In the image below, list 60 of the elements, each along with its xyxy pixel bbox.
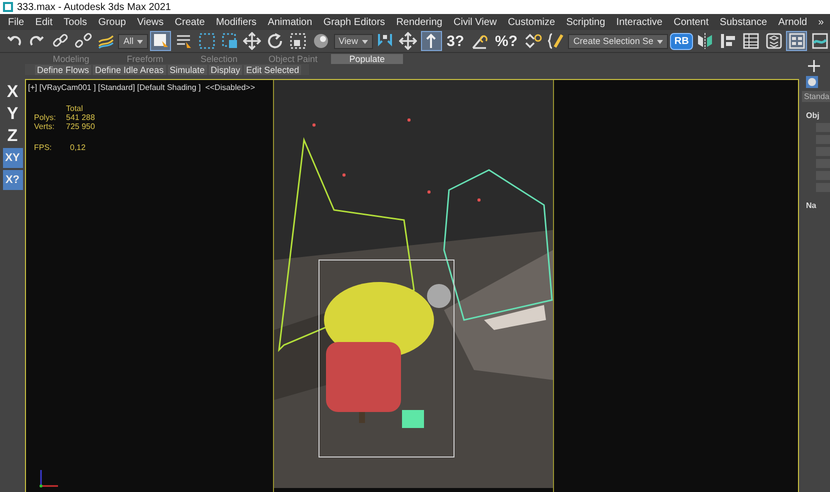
move-icon[interactable] (242, 31, 263, 51)
snap-toggle[interactable]: %? (492, 32, 521, 50)
menu-item[interactable]: Substance (720, 16, 768, 28)
menu-item[interactable]: Scripting (566, 16, 606, 28)
ribbon-button[interactable]: Define Idle Areas (93, 65, 166, 75)
menu-item[interactable]: Views (137, 16, 164, 28)
dropdown[interactable]: View (334, 34, 373, 48)
viewport-label[interactable]: [+] [VRayCam001 ] [Standard] [Default Shading ] <<Disabled>> (28, 83, 273, 92)
stat-label: Polys: (34, 113, 57, 122)
stat-value: 725 950 (66, 122, 96, 131)
ribbon-tab[interactable]: Populate (331, 54, 403, 64)
menu-item[interactable]: Graph Editors (323, 16, 386, 28)
ribbon-button[interactable]: Edit Selected (244, 65, 302, 75)
snap-toggle[interactable]: 3? (444, 32, 468, 50)
scale-icon[interactable] (288, 31, 309, 51)
dropdown[interactable]: Create Selection Se (568, 34, 668, 48)
menu-item[interactable]: » (818, 16, 824, 28)
viewport[interactable]: [+] [VRayCam001 ] [Standard] [Default Shading ] <<Disabled>> Total Polys: 541 288 Verts: 725 950 FPS: 0,12 (25, 79, 799, 492)
axis-button[interactable]: XY (2, 148, 22, 168)
menu-item[interactable]: Edit (35, 16, 53, 28)
axis-tripod-icon (38, 467, 60, 489)
brace-icon[interactable] (545, 31, 566, 51)
stat-label: Verts: (34, 122, 56, 131)
menu-item[interactable]: Create (174, 16, 205, 28)
rollout-title[interactable]: Obj (802, 111, 830, 120)
arrow-up-icon[interactable] (420, 31, 442, 51)
fps-value: 0,12 (69, 143, 87, 152)
badge-button[interactable]: RB (670, 32, 693, 50)
ribbon-button[interactable]: Display (208, 65, 242, 75)
ribbon-button[interactable]: Simulate (168, 65, 207, 75)
move-icon[interactable] (398, 31, 419, 51)
stats-heading: Total (66, 104, 84, 113)
menu-item[interactable]: File (8, 16, 24, 28)
menu-item[interactable]: Animation (268, 16, 312, 28)
menu-item[interactable]: Civil View (454, 16, 497, 28)
rollout-title[interactable]: Na (802, 201, 830, 210)
axis-button[interactable]: X (2, 82, 22, 102)
menu-item[interactable]: Rendering (396, 16, 442, 28)
window-title: 333.max - Autodesk 3ds Max 2021 (17, 2, 171, 12)
menu-item[interactable]: Arnold (778, 16, 808, 28)
spinner-icon[interactable] (522, 31, 544, 51)
stat-value: 541 288 (66, 113, 96, 122)
menu-item[interactable]: Group (98, 16, 126, 28)
dashed-rectangle-icon[interactable] (196, 31, 218, 51)
menu-item[interactable]: Modifiers (216, 16, 257, 28)
dropdown[interactable]: Standa (802, 91, 830, 102)
axis-button[interactable]: X? (2, 170, 22, 190)
axis-button[interactable]: Z (2, 126, 22, 146)
ribbon-button[interactable]: Define Flows (35, 65, 92, 75)
menu-item[interactable]: Interactive (616, 16, 662, 28)
menu-item[interactable]: Customize (508, 16, 556, 28)
dropdown[interactable]: All (118, 34, 148, 48)
fps-label: FPS: (34, 143, 53, 152)
menu-item[interactable]: Tools (64, 16, 88, 28)
select-icon[interactable] (150, 31, 172, 51)
plus-icon[interactable] (807, 59, 821, 73)
table-icon[interactable] (740, 31, 762, 51)
axis-button[interactable]: Y (2, 104, 22, 124)
grid-icon[interactable] (786, 31, 808, 51)
menu-item[interactable]: Content (674, 16, 709, 28)
